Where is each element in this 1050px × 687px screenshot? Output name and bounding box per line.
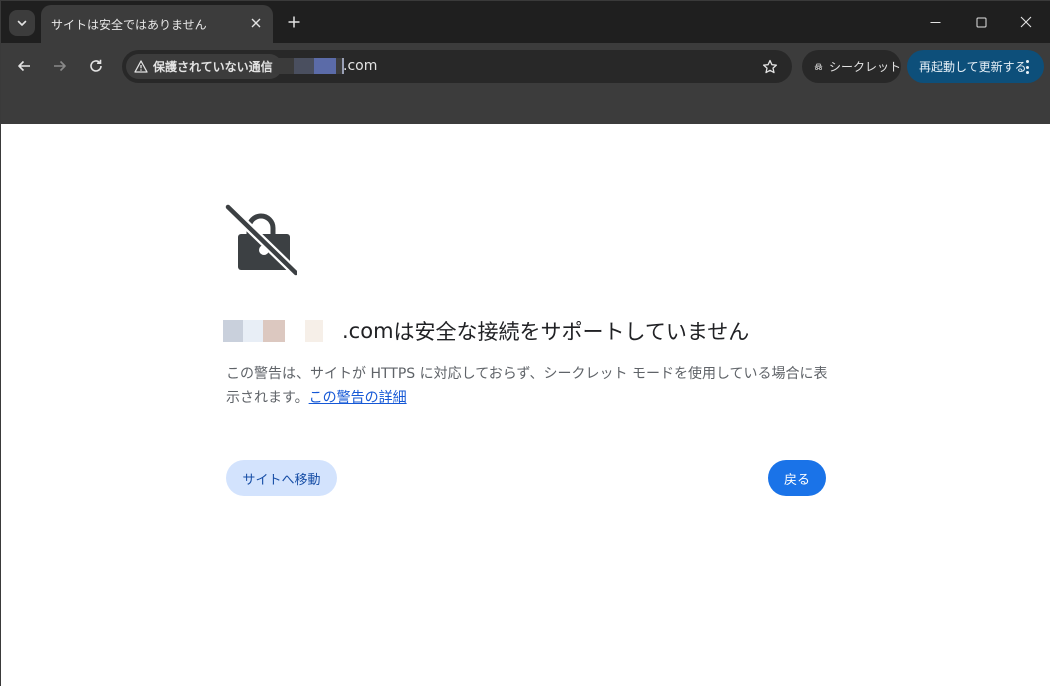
minimize-button[interactable] bbox=[913, 7, 957, 37]
window-close-button[interactable] bbox=[1004, 7, 1048, 37]
address-bar[interactable]: 保護されていない通信 .com bbox=[122, 50, 792, 83]
bookmark-button[interactable] bbox=[760, 57, 780, 77]
close-icon bbox=[251, 18, 261, 28]
maximize-icon bbox=[976, 17, 986, 27]
toolbar-bottom-band bbox=[1, 89, 1050, 124]
incognito-label: シークレット bbox=[828, 60, 901, 74]
relaunch-update-button[interactable]: 再起動して更新する bbox=[907, 50, 1044, 83]
unlocked-lock-icon bbox=[225, 204, 297, 276]
page-title: .com は安全な接続をサポートしていません bbox=[223, 316, 749, 346]
star-icon bbox=[762, 59, 778, 74]
minimize-icon bbox=[930, 21, 940, 23]
domain-suffix: .com bbox=[342, 319, 394, 343]
relaunch-label: 再起動して更新する bbox=[919, 60, 1027, 74]
incognito-icon bbox=[814, 63, 823, 70]
kebab-menu-icon[interactable] bbox=[1020, 58, 1034, 76]
learn-more-link[interactable]: この警告の詳細 bbox=[309, 390, 407, 406]
arrow-left-icon bbox=[18, 60, 30, 72]
plus-icon bbox=[288, 16, 300, 28]
security-chip[interactable]: 保護されていない通信 bbox=[126, 54, 282, 79]
back-nav-button[interactable] bbox=[10, 52, 38, 80]
back-button[interactable]: 戻る bbox=[768, 460, 826, 496]
tab-search-button[interactable] bbox=[9, 10, 35, 36]
arrow-right-icon bbox=[54, 60, 66, 72]
description: この警告は、サイトが HTTPS に対応しておらず、シークレット モードを使用し… bbox=[226, 362, 836, 410]
interstitial-page: .com は安全な接続をサポートしていません この警告は、サイトが HTTPS … bbox=[1, 124, 1050, 687]
tab-title: サイトは安全ではありません bbox=[51, 18, 207, 32]
tab-bar: サイトは安全ではありません bbox=[1, 1, 1050, 43]
browser-window: サイトは安全ではありません 保護されていない通信 .com シークレット 再起動… bbox=[0, 0, 1050, 687]
security-chip-label: 保護されていない通信 bbox=[153, 60, 273, 74]
tab-close-button[interactable] bbox=[247, 14, 265, 32]
new-tab-button[interactable] bbox=[283, 11, 305, 33]
proceed-to-site-button[interactable]: サイトへ移動 bbox=[226, 460, 337, 496]
forward-nav-button[interactable] bbox=[46, 52, 74, 80]
redacted-domain bbox=[223, 320, 341, 342]
maximize-button[interactable] bbox=[959, 7, 1003, 37]
toolbar: 保護されていない通信 .com シークレット 再起動して更新する bbox=[1, 43, 1050, 89]
chevron-down-icon bbox=[17, 20, 27, 26]
reload-button[interactable] bbox=[82, 52, 110, 80]
redacted-url-host bbox=[274, 58, 344, 74]
incognito-indicator[interactable]: シークレット bbox=[802, 50, 901, 83]
close-icon bbox=[1020, 16, 1032, 28]
active-tab[interactable]: サイトは安全ではありません bbox=[41, 5, 273, 43]
url-suffix: .com bbox=[343, 58, 378, 74]
warning-icon bbox=[134, 60, 148, 73]
reload-icon bbox=[90, 59, 102, 72]
heading-text: は安全な接続をサポートしていません bbox=[393, 320, 750, 344]
